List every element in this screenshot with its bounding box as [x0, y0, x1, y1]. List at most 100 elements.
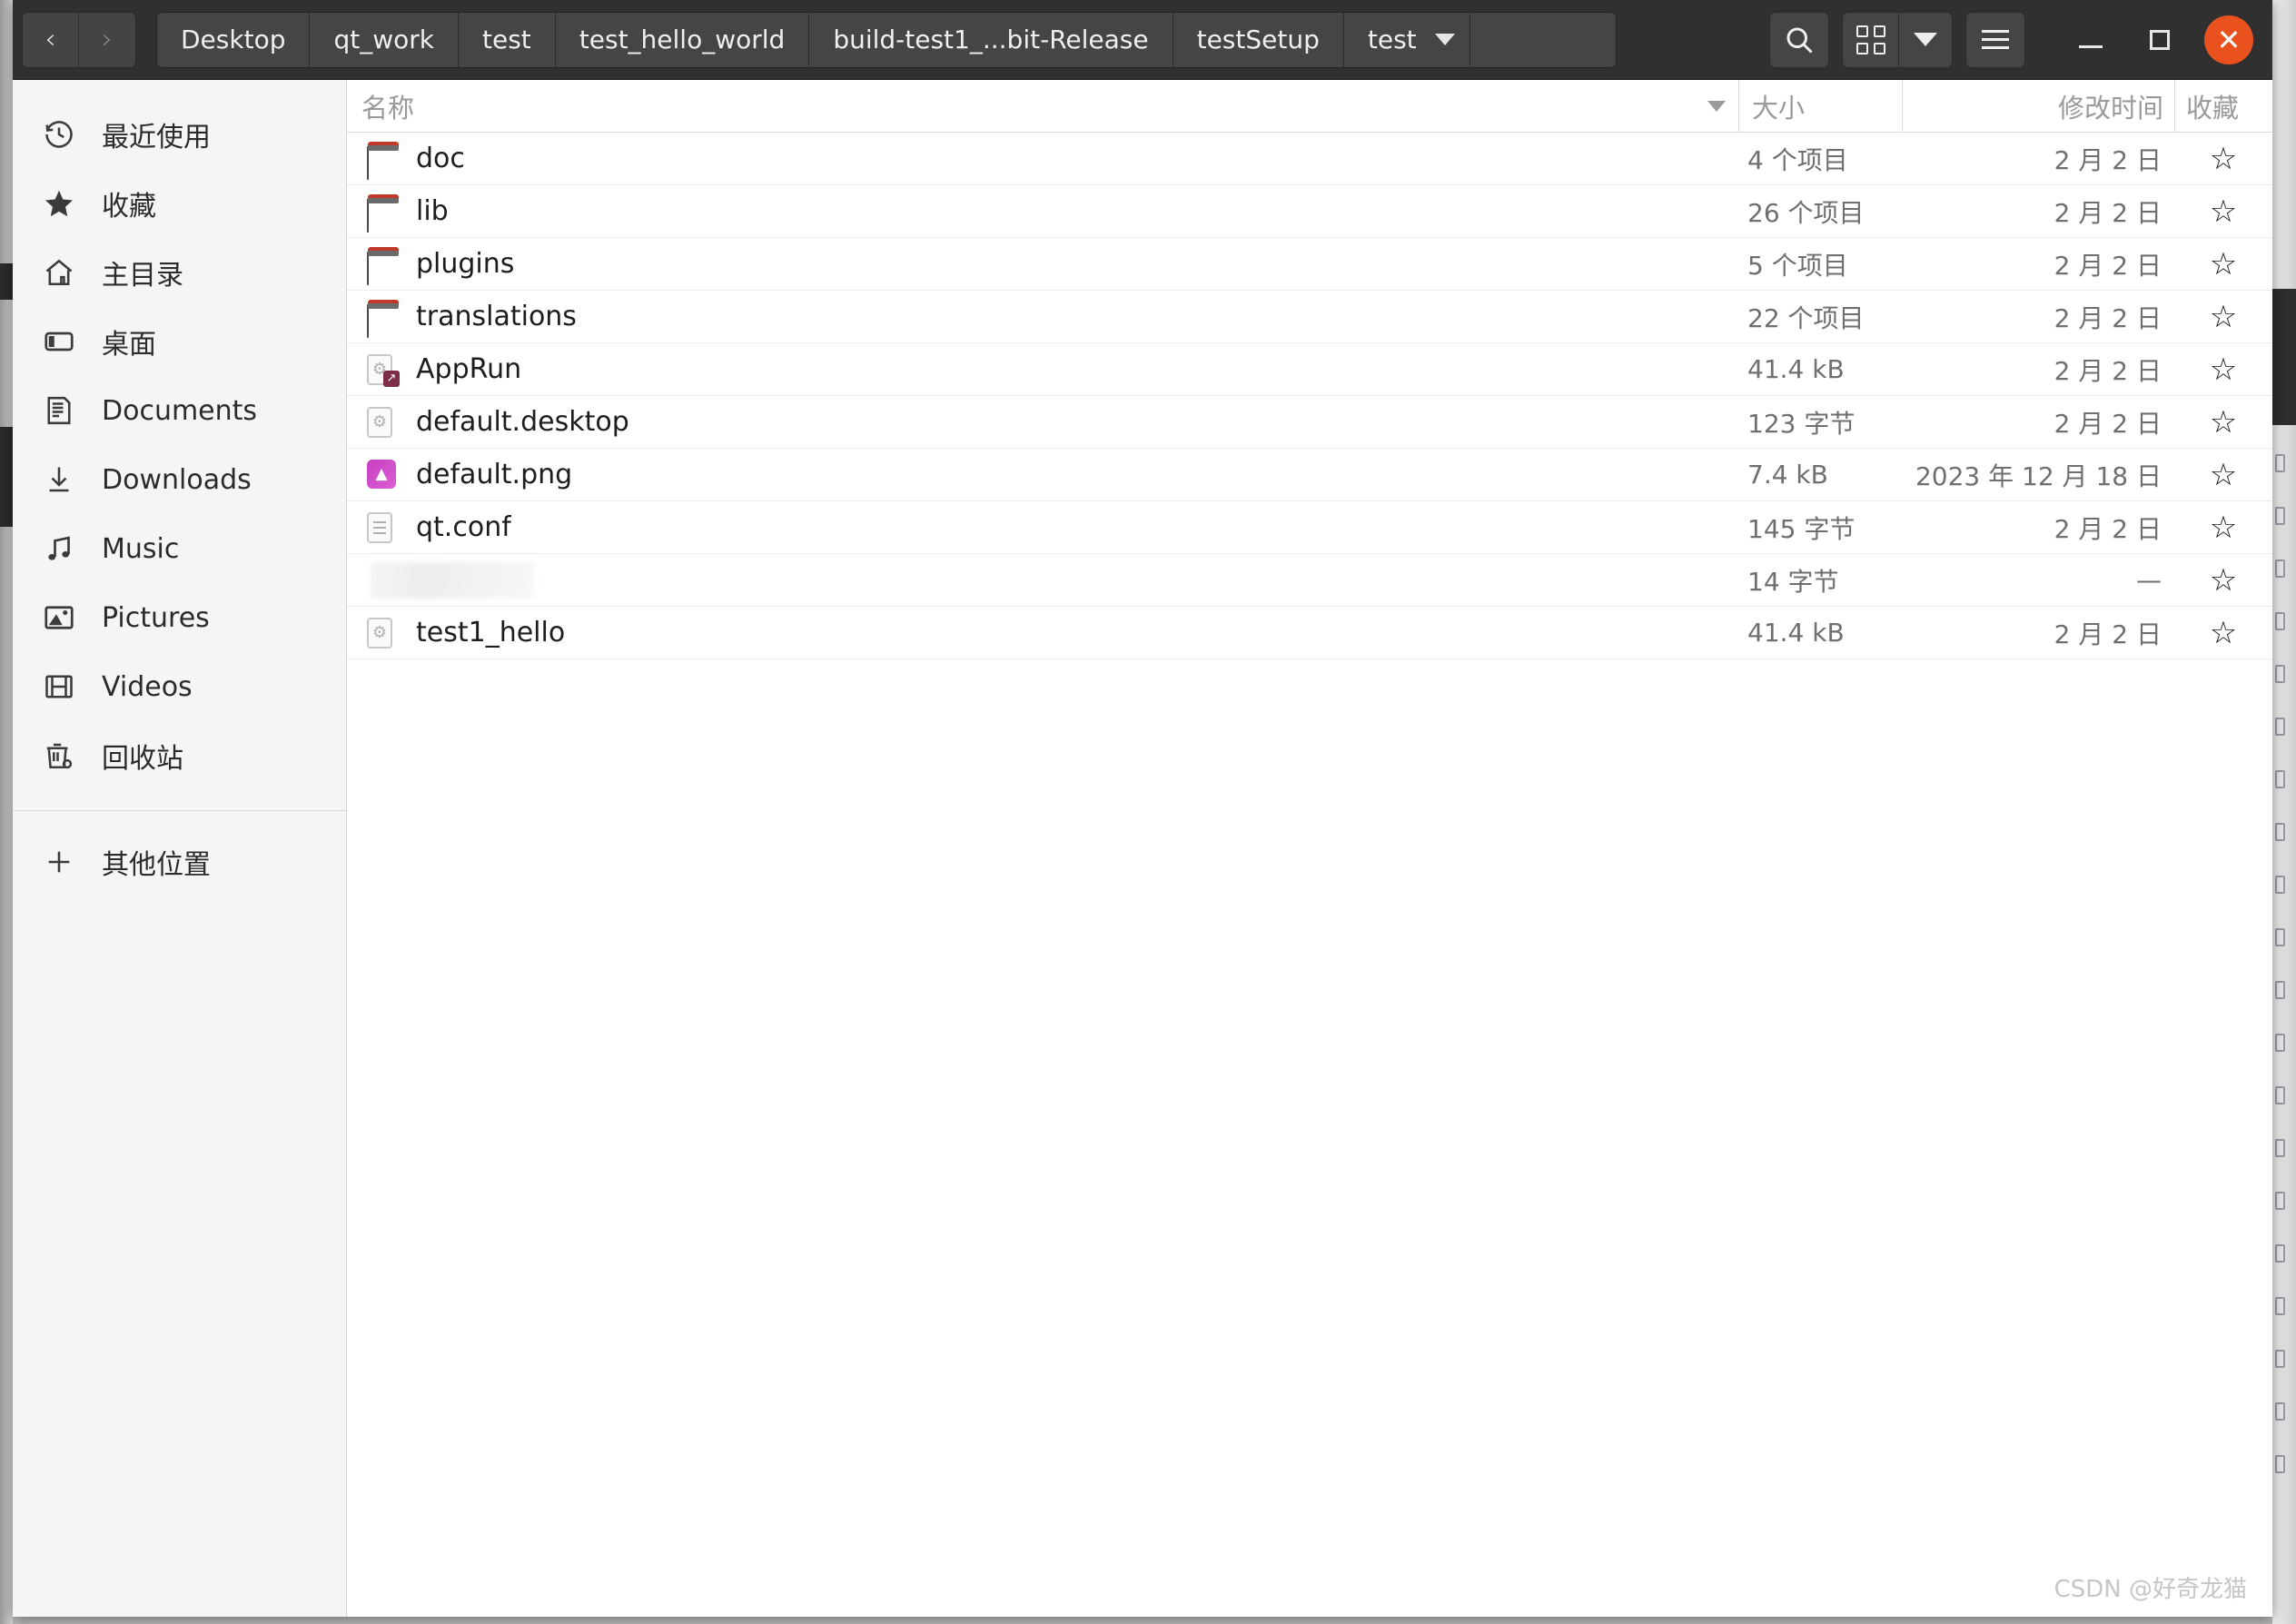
file-name-label: test1_hello	[416, 617, 565, 649]
star-outline-icon: ☆	[2210, 249, 2237, 280]
file-name-label: qt.conf	[416, 511, 511, 543]
favorite-toggle[interactable]: ☆	[2174, 407, 2272, 438]
sidebar-item-other-locations[interactable]: 其他位置	[13, 827, 346, 896]
sort-descending-icon	[1707, 101, 1726, 112]
sidebar-item-starred[interactable]: 收藏	[13, 169, 346, 238]
table-row[interactable]: ⚙↗ AppRun 41.4 kB 2 月 2 日 ☆	[347, 343, 2272, 396]
file-list-pane: 名称 大小 修改时间 收藏	[347, 80, 2272, 1617]
music-icon	[40, 530, 78, 568]
file-name-cell: qt.conf	[347, 511, 1738, 543]
star-outline-icon: ☆	[2210, 460, 2237, 490]
executable-link-icon: ⚙↗	[367, 354, 398, 385]
view-options-dropdown-button[interactable]	[1899, 13, 1952, 67]
file-name-label: AppRun	[416, 353, 521, 385]
breadcrumb-item-desktop[interactable]: Desktop	[157, 13, 310, 67]
file-name-label: translations	[416, 301, 577, 332]
file-modified-label: —	[1902, 565, 2174, 595]
column-header-size[interactable]: 大小	[1738, 80, 1902, 132]
sidebar-item-label: Pictures	[102, 602, 210, 634]
sidebar-item-label: 回收站	[102, 736, 183, 776]
table-row[interactable]: 14 字节 — ☆	[347, 554, 2272, 607]
breadcrumb-empty-area[interactable]	[1470, 13, 1616, 67]
favorite-toggle[interactable]: ☆	[2174, 512, 2272, 543]
column-header-favorite[interactable]: 收藏	[2174, 80, 2272, 132]
table-row[interactable]: qt.conf 145 字节 2 月 2 日 ☆	[347, 501, 2272, 554]
sidebar-divider	[13, 810, 346, 811]
minimize-icon	[2079, 45, 2103, 48]
table-row[interactable]: doc 4 个项目 2 月 2 日 ☆	[347, 133, 2272, 185]
file-size-label: 22 个项目	[1738, 299, 1902, 335]
favorite-toggle[interactable]: ☆	[2174, 354, 2272, 385]
back-button[interactable]: ‹	[23, 13, 79, 67]
favorite-toggle[interactable]: ☆	[2174, 460, 2272, 490]
window-controls: ✕	[2056, 8, 2263, 72]
favorite-toggle[interactable]: ☆	[2174, 196, 2272, 227]
sidebar-item-videos[interactable]: Videos	[13, 652, 346, 721]
favorite-toggle[interactable]: ☆	[2174, 618, 2272, 649]
maximize-button[interactable]	[2125, 8, 2194, 72]
image-file-icon: ▲	[367, 460, 398, 490]
file-modified-label: 2 月 2 日	[1902, 615, 2174, 651]
file-size-label: 14 字节	[1738, 562, 1902, 599]
file-modified-label: 2 月 2 日	[1902, 246, 2174, 282]
breadcrumb-item-qt-work[interactable]: qt_work	[310, 13, 459, 67]
file-name-label: doc	[416, 143, 465, 174]
column-header-modified[interactable]: 修改时间	[1902, 80, 2174, 132]
file-modified-label: 2 月 2 日	[1902, 352, 2174, 388]
favorite-toggle[interactable]: ☆	[2174, 249, 2272, 280]
sidebar-item-music[interactable]: Music	[13, 514, 346, 583]
folder-icon	[367, 249, 398, 280]
breadcrumb-item-testsetup[interactable]: testSetup	[1173, 13, 1344, 67]
background-window-right-edge	[2272, 0, 2296, 1624]
file-name-cell: translations	[347, 301, 1738, 332]
minimize-button[interactable]	[2056, 8, 2125, 72]
forward-button[interactable]: ›	[79, 13, 135, 67]
star-outline-icon: ☆	[2210, 407, 2237, 438]
table-row[interactable]: ⚙ default.desktop 123 字节 2 月 2 日 ☆	[347, 396, 2272, 449]
sidebar-item-label: 桌面	[102, 322, 156, 361]
table-row[interactable]: ⚙ test1_hello 41.4 kB 2 月 2 日 ☆	[347, 607, 2272, 659]
favorite-toggle[interactable]: ☆	[2174, 144, 2272, 174]
sidebar-item-home[interactable]: 主目录	[13, 238, 346, 307]
sidebar-item-downloads[interactable]: Downloads	[13, 445, 346, 514]
grid-view-button[interactable]	[1843, 13, 1899, 67]
sidebar-item-recent[interactable]: 最近使用	[13, 100, 346, 169]
sidebar-item-documents[interactable]: Documents	[13, 376, 346, 445]
column-headers: 名称 大小 修改时间 收藏	[347, 80, 2272, 133]
sidebar-item-trash[interactable]: 回收站	[13, 721, 346, 790]
file-name-cell: ⚙↗ AppRun	[347, 353, 1738, 385]
breadcrumb-item-current-test[interactable]: test	[1344, 13, 1470, 67]
file-size-label: 4 个项目	[1738, 141, 1902, 177]
sidebar-item-pictures[interactable]: Pictures	[13, 583, 346, 652]
table-row[interactable]: plugins 5 个项目 2 月 2 日 ☆	[347, 238, 2272, 291]
sidebar-item-desktop[interactable]: 桌面	[13, 307, 346, 376]
chevron-down-icon	[1435, 34, 1455, 45]
table-row[interactable]: ▲ default.png 7.4 kB 2023 年 12 月 18 日 ☆	[347, 449, 2272, 501]
table-row[interactable]: lib 26 个项目 2 月 2 日 ☆	[347, 185, 2272, 238]
file-modified-label: 2 月 2 日	[1902, 510, 2174, 546]
sidebar-item-label: 其他位置	[102, 842, 211, 882]
favorite-toggle[interactable]: ☆	[2174, 565, 2272, 596]
main-menu-button[interactable]	[1965, 12, 2025, 68]
favorite-toggle[interactable]: ☆	[2174, 302, 2272, 332]
breadcrumb-item-test-hello-world[interactable]: test_hello_world	[556, 13, 810, 67]
table-row[interactable]: translations 22 个项目 2 月 2 日 ☆	[347, 291, 2272, 343]
search-icon	[1783, 24, 1816, 56]
star-outline-icon: ☆	[2210, 144, 2237, 174]
navigation-buttons: ‹ ›	[22, 12, 136, 68]
file-size-label: 41.4 kB	[1738, 354, 1902, 384]
breadcrumb-item-build-release[interactable]: build-test1_...bit-Release	[809, 13, 1173, 67]
column-header-name[interactable]: 名称	[347, 80, 1738, 132]
search-button[interactable]	[1769, 12, 1829, 68]
chevron-down-icon	[1914, 33, 1937, 46]
breadcrumb-item-test[interactable]: test	[459, 13, 556, 67]
file-name-label: default.png	[416, 459, 572, 490]
close-button[interactable]: ✕	[2194, 8, 2263, 72]
videos-icon	[40, 668, 78, 706]
file-modified-label: 2 月 2 日	[1902, 141, 2174, 177]
breadcrumb-label: testSetup	[1197, 25, 1320, 54]
close-icon: ✕	[2204, 15, 2253, 64]
chevron-left-icon: ‹	[45, 26, 56, 54]
maximize-icon	[2150, 30, 2170, 50]
header-bar: ‹ › Desktop qt_work test test_hello_worl…	[13, 0, 2272, 80]
